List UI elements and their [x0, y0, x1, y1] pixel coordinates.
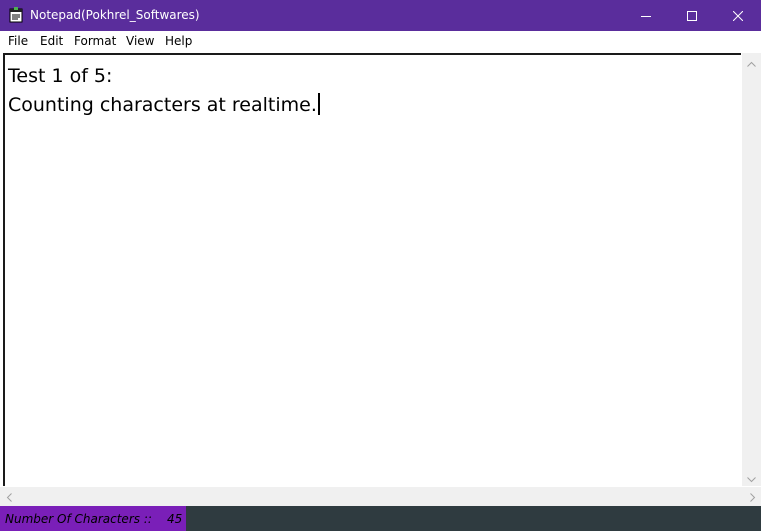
scroll-right-button[interactable] — [744, 487, 761, 506]
close-icon — [733, 10, 743, 21]
chevron-up-icon — [747, 52, 756, 71]
character-count-label: Number Of Characters :: — [5, 512, 152, 526]
minimize-button[interactable] — [623, 0, 669, 31]
notepad-window: Notepad(Pokhrel_Softwares) File Edit For… — [0, 0, 761, 531]
menu-format[interactable]: Format — [74, 34, 116, 48]
editor-line-1: Test 1 of 5: — [8, 65, 113, 87]
menu-edit[interactable]: Edit — [40, 34, 63, 48]
menu-view[interactable]: View — [126, 34, 154, 48]
chevron-down-icon — [747, 468, 756, 487]
text-editor[interactable]: Test 1 of 5: Counting characters at real… — [3, 53, 741, 486]
chevron-left-icon — [6, 487, 12, 506]
text-caret — [317, 93, 320, 115]
scroll-left-button[interactable] — [0, 487, 17, 506]
title-bar[interactable]: Notepad(Pokhrel_Softwares) — [0, 0, 761, 31]
vertical-scrollbar[interactable] — [742, 53, 761, 486]
window-title: Notepad(Pokhrel_Softwares) — [30, 8, 200, 22]
editor-content[interactable]: Test 1 of 5: Counting characters at real… — [8, 62, 320, 120]
menu-file[interactable]: File — [8, 34, 28, 48]
horizontal-scrollbar[interactable] — [0, 487, 761, 506]
editor-line-2: Counting characters at realtime. — [8, 94, 317, 116]
maximize-button[interactable] — [669, 0, 715, 31]
maximize-icon — [687, 10, 697, 21]
chevron-right-icon — [749, 487, 756, 506]
status-bar: Number Of Characters :: 45 — [0, 506, 761, 531]
character-count-panel: Number Of Characters :: 45 — [0, 506, 186, 531]
minimize-icon — [641, 11, 651, 21]
character-count-value: 45 — [167, 512, 183, 526]
menu-help[interactable]: Help — [165, 34, 192, 48]
scroll-up-button[interactable] — [742, 53, 761, 70]
scroll-down-button[interactable] — [742, 469, 761, 486]
menu-bar: File Edit Format View Help — [0, 31, 761, 51]
close-button[interactable] — [715, 0, 761, 31]
notepad-app-icon[interactable] — [9, 7, 23, 23]
